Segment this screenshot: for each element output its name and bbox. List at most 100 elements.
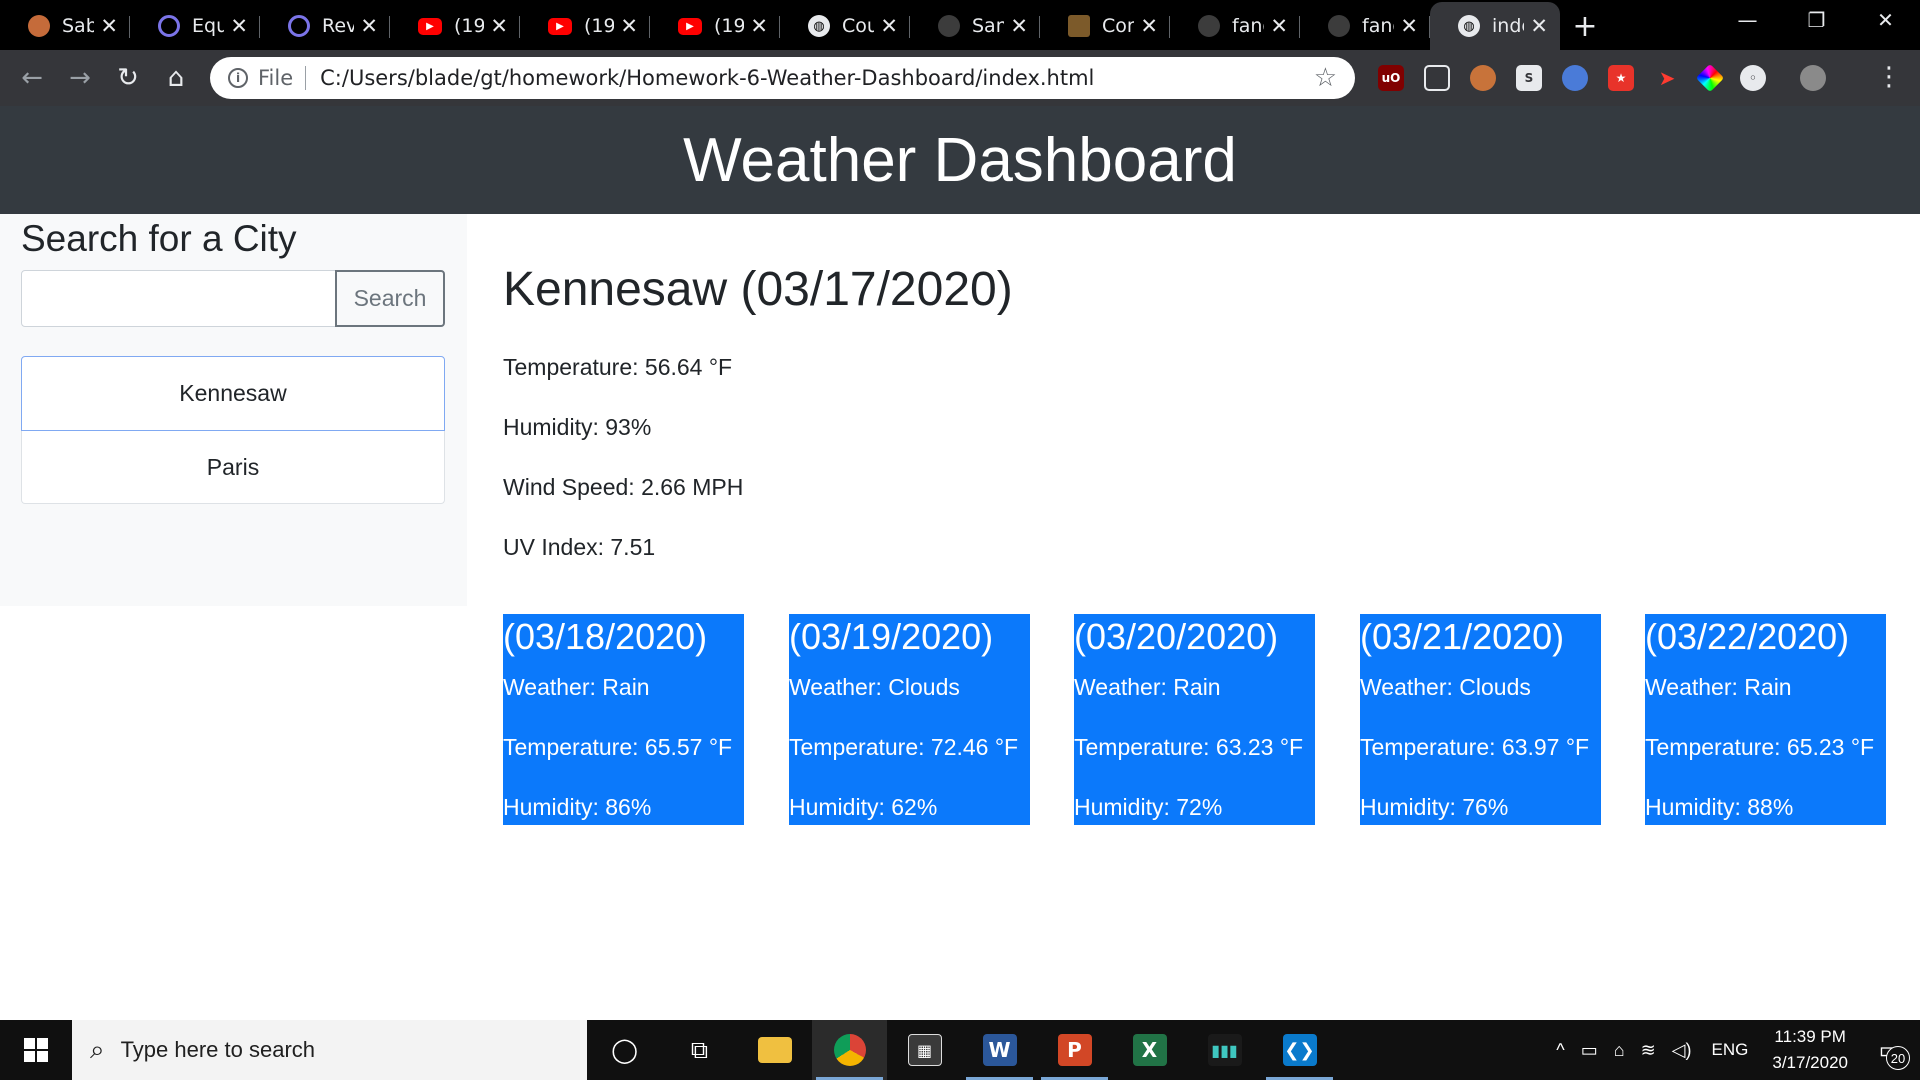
ublock-icon[interactable]: uO — [1378, 65, 1404, 91]
browser-tab[interactable]: Corc ✕ — [1040, 2, 1170, 50]
current-city-heading: Kennesaw (03/17/2020) — [503, 263, 1013, 316]
forecast-date: (03/21/2020) — [1360, 616, 1565, 657]
browser-tab[interactable]: Revi ✕ — [260, 2, 390, 50]
forecast-card: (03/21/2020) Weather: Clouds Temperature… — [1360, 614, 1601, 825]
star-extension-icon[interactable]: ★ — [1608, 65, 1634, 91]
folder-icon — [757, 1037, 792, 1063]
home-icon[interactable]: ⌂ — [152, 54, 200, 102]
language-indicator[interactable]: ENG — [1712, 1040, 1749, 1060]
forecast-date: (03/18/2020) — [503, 616, 708, 657]
forecast-card: (03/20/2020) Weather: Rain Temperature: … — [1074, 614, 1315, 825]
browser-tab[interactable]: Equi ✕ — [130, 2, 260, 50]
url-text[interactable]: C:/Users/blade/gt/homework/Homework-6-We… — [320, 66, 1314, 90]
excel-icon[interactable]: X — [1112, 1020, 1187, 1080]
chrome-icon[interactable] — [812, 1020, 887, 1080]
close-icon[interactable]: ✕ — [100, 14, 118, 38]
revi-icon — [288, 15, 310, 37]
github-icon — [1328, 15, 1350, 37]
info-icon[interactable]: i — [228, 68, 248, 88]
vscode-icon[interactable]: ❮❯ — [1262, 1020, 1337, 1080]
browser-tab[interactable]: ▶ (194 ✕ — [520, 2, 650, 50]
network-status-icon[interactable]: ⌂ — [1614, 1040, 1625, 1061]
browser-tab[interactable]: ▶ (194 ✕ — [650, 2, 780, 50]
browser-tab-active[interactable]: ◍ inde ✕ — [1430, 2, 1560, 50]
new-tab-button[interactable]: + — [1560, 2, 1610, 50]
audio-app-icon[interactable]: ▮▮▮ — [1187, 1020, 1262, 1080]
forecast-weather: Weather: Rain — [1645, 674, 1792, 700]
tab-title: Revi — [322, 15, 355, 37]
close-icon[interactable]: ✕ — [1270, 14, 1288, 38]
owl-extension-icon[interactable] — [1562, 65, 1588, 91]
clock[interactable]: 11:39 PM 3/17/2020 — [1772, 1024, 1848, 1076]
minimize-icon[interactable]: — — [1713, 0, 1782, 40]
scheme-label: File — [258, 66, 294, 90]
close-icon[interactable]: ✕ — [620, 14, 638, 38]
close-icon[interactable]: ✕ — [490, 14, 508, 38]
browser-tab[interactable]: Sam ✕ — [910, 2, 1040, 50]
bookmark-star-icon[interactable]: ☆ — [1314, 63, 1337, 93]
start-button[interactable] — [0, 1020, 72, 1080]
back-arrow-icon[interactable]: ← — [8, 54, 56, 102]
browser-tab[interactable]: ▶ (194 ✕ — [390, 2, 520, 50]
address-bar[interactable]: i File C:/Users/blade/gt/homework/Homewo… — [210, 57, 1355, 99]
close-icon[interactable]: ✕ — [1010, 14, 1028, 38]
close-icon[interactable]: ✕ — [880, 14, 898, 38]
avatar[interactable] — [1800, 65, 1826, 91]
arrow-extension-icon[interactable]: ➤ — [1654, 65, 1680, 91]
cortana-icon[interactable]: ◯ — [587, 1020, 662, 1080]
notification-count: 20 — [1886, 1046, 1910, 1070]
forecast-card: (03/19/2020) Weather: Clouds Temperature… — [789, 614, 1030, 825]
forecast-temperature: Temperature: 63.97 °F — [1360, 734, 1590, 760]
tab-title: Cou — [842, 15, 875, 37]
tab-title: fano — [1232, 15, 1264, 37]
forecast-weather: Weather: Clouds — [789, 674, 960, 700]
reload-icon[interactable]: ↻ — [104, 54, 152, 102]
restore-icon[interactable]: ❐ — [1782, 0, 1851, 40]
browser-tab[interactable]: fano ✕ — [1300, 2, 1430, 50]
chrome-logo-icon — [833, 1034, 866, 1066]
circle-extension-icon[interactable]: ◦ — [1740, 65, 1766, 91]
forecast-date: (03/20/2020) — [1074, 616, 1279, 657]
calculator-icon[interactable]: ▦ — [887, 1020, 962, 1080]
powerpoint-icon[interactable]: P — [1037, 1020, 1112, 1080]
search-button[interactable]: Search — [335, 270, 445, 327]
close-icon[interactable]: ✕ — [1400, 14, 1418, 38]
close-icon[interactable]: ✕ — [1530, 14, 1548, 38]
menu-icon[interactable]: ⋮ — [1876, 62, 1902, 92]
tab-title: inde — [1492, 15, 1524, 37]
close-icon[interactable]: ✕ — [360, 14, 378, 38]
battery-icon[interactable]: ▭ — [1581, 1040, 1598, 1061]
wifi-icon[interactable]: ≋ — [1641, 1040, 1656, 1061]
s-extension-icon[interactable]: S — [1516, 65, 1542, 91]
close-icon[interactable]: ✕ — [750, 14, 768, 38]
city-item-kennesaw[interactable]: Kennesaw — [21, 356, 445, 431]
notifications-button[interactable]: ▭ 20 — [1860, 1020, 1920, 1080]
vscode-logo-icon: ❮❯ — [1282, 1034, 1317, 1066]
forecast-card: (03/18/2020) Weather: Rain Temperature: … — [503, 614, 744, 825]
forecast-temperature: Temperature: 65.57 °F — [503, 734, 733, 760]
close-window-icon[interactable]: ✕ — [1851, 0, 1920, 40]
chevron-up-icon[interactable]: ^ — [1556, 1040, 1564, 1061]
close-icon[interactable]: ✕ — [1140, 14, 1158, 38]
close-icon[interactable]: ✕ — [230, 14, 248, 38]
city-item-paris[interactable]: Paris — [21, 431, 445, 504]
browser-tab[interactable]: Sabe ✕ — [0, 2, 130, 50]
forward-arrow-icon[interactable]: → — [56, 54, 104, 102]
browser-toolbar: ← → ↻ ⌂ i File C:/Users/blade/gt/homewor… — [0, 50, 1920, 106]
browser-tab[interactable]: fano ✕ — [1170, 2, 1300, 50]
tab-strip: Sabe ✕ Equi ✕ Revi ✕ ▶ (194 ✕ ▶ (194 ✕ ▶… — [0, 0, 1920, 50]
city-search-input[interactable] — [21, 270, 337, 327]
page-title: Weather Dashboard — [683, 125, 1237, 195]
browser-tab[interactable]: ◍ Cou ✕ — [780, 2, 910, 50]
forecast-weather: Weather: Rain — [503, 674, 650, 700]
file-explorer-icon[interactable] — [737, 1020, 812, 1080]
taskbar-search-box[interactable]: ⌕ Type here to search — [72, 1020, 587, 1080]
color-extension-icon[interactable] — [1695, 63, 1725, 93]
excel-logo-icon: X — [1132, 1034, 1167, 1066]
tab-title: (194 — [454, 15, 485, 37]
fox-extension-icon[interactable] — [1470, 65, 1496, 91]
task-view-icon[interactable]: ⧉ — [662, 1020, 737, 1080]
word-icon[interactable]: W — [962, 1020, 1037, 1080]
volume-icon[interactable]: ◁) — [1672, 1040, 1692, 1061]
reader-icon[interactable] — [1424, 65, 1450, 91]
